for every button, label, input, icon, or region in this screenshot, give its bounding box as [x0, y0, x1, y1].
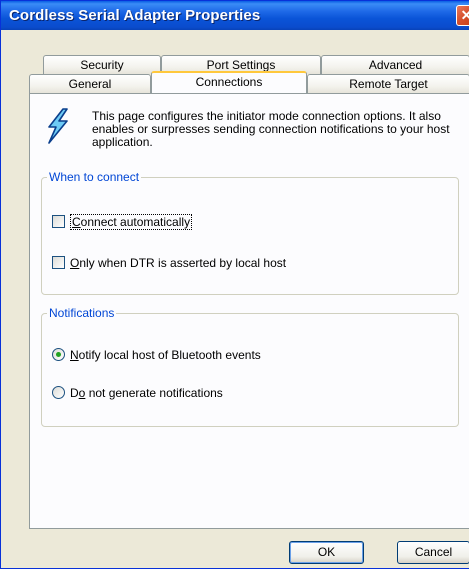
properties-dialog: Cordless Serial Adapter Properties ✕ Sec… [0, 0, 469, 569]
no-notifications-label: Do not generate notifications [70, 385, 223, 400]
notify-bluetooth-radio[interactable] [52, 348, 65, 361]
dtr-asserted-option[interactable]: Only when DTR is asserted by local host [52, 255, 286, 270]
connect-automatically-option[interactable]: Connect automatically [52, 213, 193, 230]
close-icon[interactable]: ✕ [456, 5, 469, 26]
cancel-button[interactable]: Cancel [397, 541, 469, 564]
info-description: This page configures the initiator mode … [92, 109, 450, 149]
window-title: Cordless Serial Adapter Properties [9, 7, 261, 24]
title-bar[interactable]: Cordless Serial Adapter Properties ✕ [1, 1, 469, 30]
no-notifications-option[interactable]: Do not generate notifications [52, 385, 223, 400]
lightning-bolt-icon [48, 108, 68, 144]
no-notifications-radio[interactable] [52, 386, 65, 399]
ok-button[interactable]: OK [289, 541, 364, 564]
tab-security[interactable]: Security [43, 55, 161, 74]
tab-connections[interactable]: Connections [151, 71, 307, 93]
when-to-connect-title: When to connect [47, 170, 142, 184]
tab-remote-target[interactable]: Remote Target [307, 74, 469, 93]
tab-general[interactable]: General [29, 74, 151, 93]
notifications-title: Notifications [47, 306, 117, 320]
dtr-asserted-label: Only when DTR is asserted by local host [70, 255, 287, 270]
connect-automatically-label: Connect automatically [70, 213, 193, 230]
notifications-group: Notifications [41, 306, 459, 427]
when-to-connect-group: When to connect [41, 170, 459, 295]
connect-automatically-checkbox[interactable] [52, 215, 65, 228]
tab-advanced[interactable]: Advanced [321, 55, 469, 74]
notify-bluetooth-label: Notify local host of Bluetooth events [70, 347, 261, 362]
notify-bluetooth-option[interactable]: Notify local host of Bluetooth events [52, 347, 261, 362]
dtr-asserted-checkbox[interactable] [52, 256, 65, 269]
